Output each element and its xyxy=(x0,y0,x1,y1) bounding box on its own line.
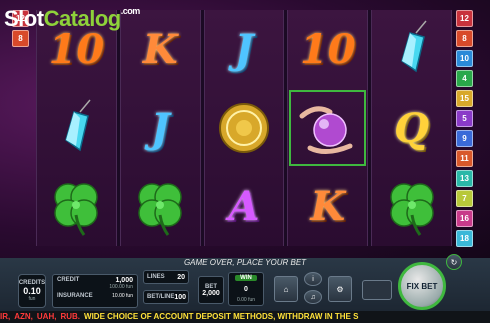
bet-display: BET 2,000 xyxy=(198,276,224,304)
reel-symbol-clover xyxy=(121,167,200,246)
reel-symbol-clover xyxy=(37,167,116,246)
refresh-icon: ↻ xyxy=(450,257,458,267)
payline-indicator: 15 xyxy=(456,90,473,107)
reel: KJ xyxy=(119,10,201,246)
home-icon: ⌂ xyxy=(283,284,289,294)
payline-indicator: 5 xyxy=(456,110,473,127)
bet-per-line-selector[interactable]: BET/LINE 100 xyxy=(143,290,189,304)
lines-label: LINES xyxy=(147,274,165,280)
logo-text-catalog: Catalog xyxy=(43,6,122,31)
bet-per-line-value: 100 xyxy=(174,293,187,301)
payline-indicator: 10 xyxy=(456,50,473,67)
reel-symbol-ten: 10 xyxy=(299,25,356,73)
denomination-selector[interactable]: CREDITS 0.10 fun xyxy=(18,274,46,308)
reel: 10 K xyxy=(287,10,369,246)
reel: Q xyxy=(371,10,452,246)
reel-symbol-j: J xyxy=(234,25,254,73)
payline-indicator: 13 xyxy=(456,170,473,187)
reel-grid: 10 K J J A 10 K Q xyxy=(36,10,452,246)
reel-symbol-coin xyxy=(205,89,284,168)
info-icon: i xyxy=(312,275,314,283)
home-button[interactable]: ⌂ xyxy=(274,276,298,302)
reel: 10 xyxy=(36,10,117,246)
ticker-text: IR, xyxy=(0,312,11,321)
credit-sub-value: 100.00 fun xyxy=(109,284,133,290)
info-button[interactable]: i xyxy=(304,272,322,286)
reel-symbol-pendant xyxy=(372,10,451,89)
payline-indicator: 16 xyxy=(456,210,473,227)
insurance-value: 10.00 fun xyxy=(112,293,133,299)
payline-indicator: 12 xyxy=(456,10,473,27)
lines-selector[interactable]: LINES 20 xyxy=(143,270,189,284)
win-value: 0 xyxy=(244,285,248,293)
bet-value: 2,000 xyxy=(202,289,220,297)
payline-indicator: 4 xyxy=(456,70,473,87)
reel-symbol-j: J xyxy=(150,104,170,152)
payline-indicator: 8 xyxy=(456,30,473,47)
reel-symbol-k: K xyxy=(310,183,346,231)
speaker-icon: ♫ xyxy=(310,293,316,301)
payline-indicators-left: 12 8 xyxy=(12,10,32,247)
news-ticker: IR, AZN, UAH, RUB. WIDE CHOICE OF ACCOUNT DE… xyxy=(0,311,490,323)
autoplay-button[interactable] xyxy=(362,280,392,300)
payline-indicator: 7 xyxy=(456,190,473,207)
logo-text-com: .com xyxy=(120,6,141,16)
win-sub-value: 0.00 fun xyxy=(236,297,256,303)
reel-symbol-pendant xyxy=(37,89,116,168)
insurance-label: INSURANCE xyxy=(57,293,93,299)
fix-bet-label: FIX BET xyxy=(406,281,438,291)
sound-button[interactable]: ♫ xyxy=(304,290,322,304)
reel-symbol-clover xyxy=(372,167,451,246)
ticker-text: WIDE CHOICE OF ACCOUNT DEPOSIT METHODS, … xyxy=(84,312,359,321)
logo-text-slot: Slot xyxy=(4,6,44,31)
lines-value: 20 xyxy=(177,273,185,281)
credit-label: CREDIT xyxy=(57,277,80,283)
win-display: WIN 0 0.00 fun xyxy=(228,272,264,306)
reel-symbol-q: Q xyxy=(394,104,429,152)
settings-button[interactable]: ⚙ xyxy=(328,276,352,302)
reel-symbol-a: A xyxy=(228,183,260,231)
gear-icon: ⚙ xyxy=(336,284,344,294)
ticker-text: AZN, xyxy=(14,312,33,321)
ticker-text: UAH, xyxy=(36,312,57,321)
spin-small-button[interactable]: ↻ xyxy=(446,254,462,270)
payline-indicator: 11 xyxy=(456,150,473,167)
denomination-value: 0.10 xyxy=(23,286,41,296)
fix-bet-button[interactable]: FIX BET xyxy=(398,262,446,310)
credit-value: 1,000 xyxy=(115,277,133,284)
bet-per-line-label: BET/LINE xyxy=(147,294,175,300)
payline-indicator: 8 xyxy=(12,30,29,47)
credit-panel: CREDIT 1,000 100.00 fun INSURANCE 10.00 … xyxy=(52,274,138,308)
payline-indicators-right: 12 8 10 4 15 5 9 11 13 7 16 18 xyxy=(456,10,476,247)
win-label: WIN xyxy=(235,275,257,281)
payline-indicator: 18 xyxy=(456,230,473,247)
site-logo: SlotCatalog.com xyxy=(4,6,140,32)
reel-symbol-ball xyxy=(288,89,367,168)
denomination-unit: fun xyxy=(28,296,36,302)
payline-indicator: 9 xyxy=(456,130,473,147)
ticker-text: RUB. xyxy=(60,312,81,321)
reel: JA xyxy=(203,10,285,246)
